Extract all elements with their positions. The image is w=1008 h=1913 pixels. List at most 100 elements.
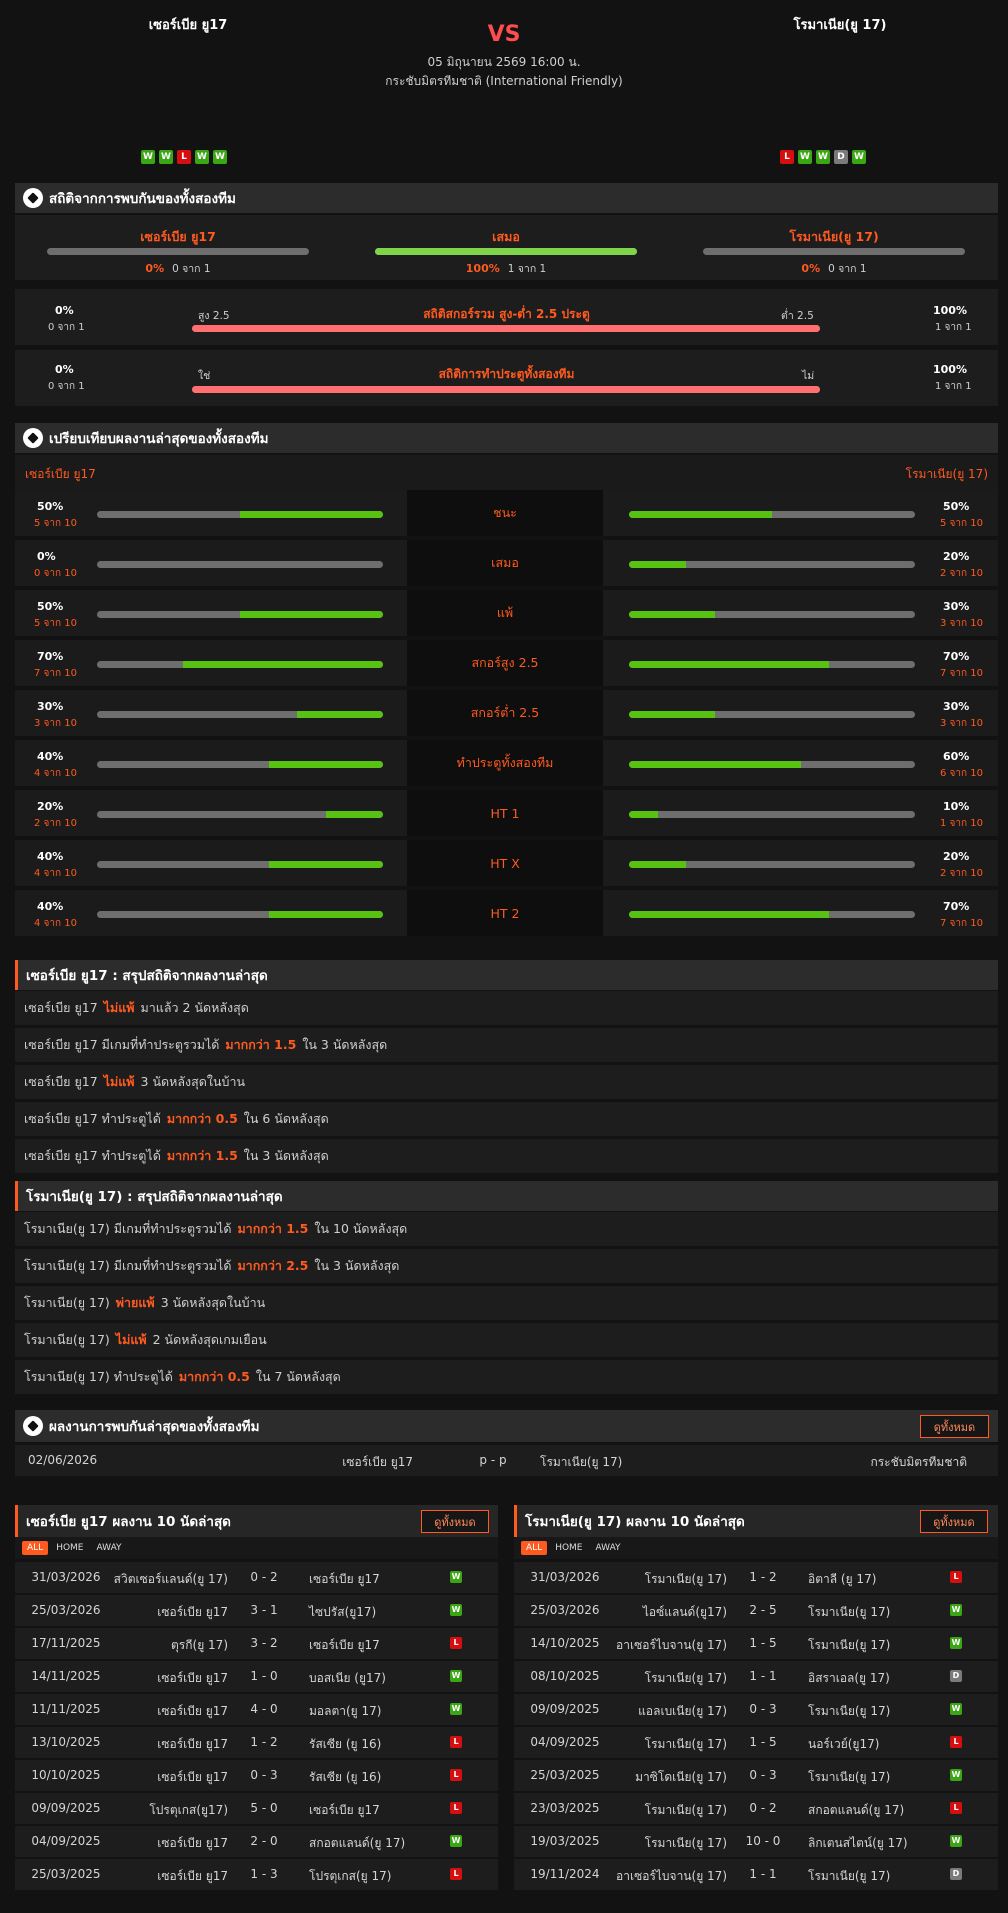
tab-home[interactable]: HOME: [51, 1541, 88, 1555]
match-away: โรมาเนีย(ยู 17): [540, 1455, 623, 1469]
last10-match-row[interactable]: 09/09/2025 แอลเบเนีย(ยู 17) 0 - 3 โรมาเนีย(…: [514, 1694, 998, 1725]
last10-match-row[interactable]: 25/03/2025 มาซิโดเนีย(ยู 17) 0 - 3 โรมาเนีย…: [514, 1760, 998, 1791]
h2h-result-bar: [703, 248, 965, 255]
last10-match-row[interactable]: 19/11/2024 อาเซอร์ไบจาน(ยู 17) 1 - 1 โรมาเน…: [514, 1859, 998, 1890]
summary-highlight: มากกว่า 1.5: [166, 1148, 238, 1163]
away-last10-view-all-button[interactable]: ดูทั้งหมด: [920, 1510, 988, 1533]
over-frac: 0 จาก 1: [48, 322, 85, 333]
last10-match-row[interactable]: 14/10/2025 อาเซอร์ไบจาน(ยู 17) 1 - 5 โรมาเน…: [514, 1628, 998, 1659]
compare-away-pct: 30%: [943, 600, 970, 613]
compare-away-bar-fill: [629, 861, 687, 868]
compare-label: สกอร์สูง 2.5: [407, 640, 603, 686]
compare-away-bar: [629, 511, 915, 518]
match-competition: กระชับมิตรทีมชาติ (International Friendl…: [385, 74, 623, 88]
last10-match-row[interactable]: 04/09/2025 โรมาเนีย(ยู 17) 1 - 5 นอร์เวย์(ย…: [514, 1727, 998, 1758]
summary-text: โรมาเนีย(ยู 17): [24, 1332, 110, 1347]
result-badge: W: [950, 1604, 962, 1616]
match-date: 14/10/2025: [530, 1636, 600, 1650]
last10-match-row[interactable]: 17/11/2025 ตุรกี(ยู 17) 3 - 2 เซอร์เบีย ยู1…: [15, 1628, 498, 1659]
result-badge: W: [950, 1769, 962, 1781]
last10-match-row[interactable]: 09/09/2025 โปรตุเกส(ยู17) 5 - 0 เซอร์เบีย ย…: [15, 1793, 498, 1824]
h2h-result-pct: 100%: [465, 262, 500, 275]
result-badge: W: [450, 1703, 462, 1715]
summary-text: โรมาเนีย(ยู 17) มีเกมที่ทำประตูรวมได้: [24, 1221, 232, 1236]
last10-match-row[interactable]: 11/11/2025 เซอร์เบีย ยู17 4 - 0 มอลตา(ยู 17…: [15, 1694, 498, 1725]
soccer-ball-icon: [23, 188, 43, 208]
compare-home-pct: 40%: [37, 850, 64, 863]
compare-away-bar-fill: [629, 561, 687, 568]
last10-match-row[interactable]: 14/11/2025 เซอร์เบีย ยู17 1 - 0 บอสเนีย (ยู…: [15, 1661, 498, 1692]
btts-no-label: ไม่: [802, 370, 815, 382]
home-team-name[interactable]: เซอร์เบีย ยู17: [118, 14, 258, 35]
summary-text: โรมาเนีย(ยู 17): [24, 1295, 110, 1310]
match-score: 2 - 0: [250, 1834, 278, 1848]
summary-text: เซอร์เบีย ยู17 มีเกมที่ทำประตูรวมได้: [24, 1037, 220, 1052]
compare-away-bar-fill: [629, 611, 715, 618]
tab-home[interactable]: HOME: [550, 1541, 587, 1555]
last10-match-row[interactable]: 04/09/2025 เซอร์เบีย ยู17 2 - 0 สกอตแลนด์(ย…: [15, 1826, 498, 1857]
match-away: โรมาเนีย(ยู 17): [808, 1605, 891, 1619]
last10-match-row[interactable]: 08/10/2025 โรมาเนีย(ยู 17) 1 - 1 อิสราเอล(ย…: [514, 1661, 998, 1692]
h2h-matches-title: ผลงานการพบกันล่าสุดของทั้งสองทีม: [15, 1410, 998, 1442]
last10-match-row[interactable]: 31/03/2026 สวิตเซอร์แลนด์(ยู 17) 0 - 2 เซอร…: [15, 1562, 498, 1593]
last10-match-row[interactable]: 25/03/2025 เซอร์เบีย ยู17 1 - 3 โปรตุเกส(ยู…: [15, 1859, 498, 1890]
match-home: อาเซอร์ไบจาน(ยู 17): [616, 1869, 727, 1883]
compare-away-bar: [629, 911, 915, 918]
match-away: โปรตุเกส(ยู 17): [309, 1869, 392, 1883]
summary-text: ใน 6 นัดหลังสุด: [243, 1111, 329, 1126]
compare-home-bar: [97, 761, 383, 768]
match-away: โรมาเนีย(ยู 17): [808, 1638, 891, 1652]
home-form-guide: WWLWW: [141, 150, 227, 164]
compare-row: 50% 5 จาก 10 ชนะ 50% 5 จาก 10: [15, 490, 998, 538]
last10-match-row[interactable]: 25/03/2026 เซอร์เบีย ยู17 3 - 1 ไซปรัส(ยู17…: [15, 1595, 498, 1626]
summary-text: โรมาเนีย(ยู 17) ทำประตูได้: [24, 1369, 173, 1384]
compare-away-bar-fill: [629, 711, 715, 718]
compare-home-frac: 7 จาก 10: [34, 668, 77, 679]
form-badge: W: [213, 150, 227, 164]
match-home: โปรตุเกส(ยู17): [149, 1803, 228, 1817]
summary-row: โรมาเนีย(ยู 17) มีเกมที่ทำประตูรวมได้ มาก…: [15, 1212, 998, 1246]
compare-home-bar: [97, 711, 383, 718]
tab-away[interactable]: AWAY: [591, 1541, 626, 1555]
match-score: 1 - 3: [250, 1867, 278, 1881]
last10-match-row[interactable]: 10/10/2025 เซอร์เบีย ยู17 0 - 3 รัสเซีย (ยู…: [15, 1760, 498, 1791]
result-badge: L: [450, 1637, 462, 1649]
summary-text: ใน 10 นัดหลังสุด: [314, 1221, 408, 1236]
summary-row: เซอร์เบีย ยู17 ไม่แพ้ 3 นัดหลังสุดในบ้าน: [15, 1065, 998, 1099]
compare-label: HT 1: [407, 790, 603, 836]
tab-away[interactable]: AWAY: [92, 1541, 127, 1555]
match-away: โรมาเนีย(ยู 17): [808, 1869, 891, 1883]
h2h-view-all-button[interactable]: ดูทั้งหมด: [920, 1415, 989, 1438]
form-badge: L: [177, 150, 191, 164]
compare-home-bar: [97, 861, 383, 868]
summary-highlight: มากกว่า 0.5: [178, 1369, 250, 1384]
tab-all[interactable]: ALL: [22, 1541, 49, 1555]
compare-home-bar-fill: [240, 511, 383, 518]
match-away: นอร์เวย์(ยู17): [808, 1737, 880, 1751]
last10-match-row[interactable]: 23/03/2025 โรมาเนีย(ยู 17) 0 - 2 สกอตแลนด์(…: [514, 1793, 998, 1824]
last10-match-row[interactable]: 31/03/2026 โรมาเนีย(ยู 17) 1 - 2 อิตาลี (ยู…: [514, 1562, 998, 1593]
away-team-name[interactable]: โรมาเนีย(ยู 17): [760, 14, 920, 35]
match-home: เซอร์เบีย ยู17: [157, 1770, 228, 1784]
btts-title: สถิติการทำประตูทั้งสองทีม: [438, 367, 575, 381]
last10-match-row[interactable]: 19/03/2025 โรมาเนีย(ยู 17) 10 - 0 ลิกเตนสไต…: [514, 1826, 998, 1857]
home-last10-view-all-button[interactable]: ดูทั้งหมด: [421, 1510, 489, 1533]
tab-all[interactable]: ALL: [521, 1541, 548, 1555]
match-away: โรมาเนีย(ยู 17): [808, 1770, 891, 1784]
compare-away-bar: [629, 711, 915, 718]
btts-no-frac: 1 จาก 1: [935, 381, 972, 392]
match-away: โรมาเนีย(ยู 17): [808, 1704, 891, 1718]
summary-row: เซอร์เบีย ยู17 มีเกมที่ทำประตูรวมได้ มากก…: [15, 1028, 998, 1062]
compare-away-bar: [629, 861, 915, 868]
last10-match-row[interactable]: 13/10/2025 เซอร์เบีย ยู17 1 - 2 รัสเซีย (ยู…: [15, 1727, 498, 1758]
summary-highlight: มากกว่า 2.5: [237, 1258, 309, 1273]
compare-away-bar-fill: [629, 911, 830, 918]
summary-row: โรมาเนีย(ยู 17) ทำประตูได้ มากกว่า 0.5 ใน …: [15, 1360, 998, 1394]
summary-highlight: ไม่แพ้: [103, 1074, 135, 1089]
match-home: อาเซอร์ไบจาน(ยู 17): [616, 1638, 727, 1652]
match-away: อิสราเอล(ยู 17): [808, 1671, 890, 1685]
h2h-match-row[interactable]: 02/06/2026 เซอร์เบีย ยู17 p - p โรมาเนีย(ยู…: [15, 1445, 998, 1476]
last10-match-row[interactable]: 25/03/2026 ไอซ์แลนด์(ยู17) 2 - 5 โรมาเนีย(ย…: [514, 1595, 998, 1626]
compare-home-frac: 4 จาก 10: [34, 868, 77, 879]
match-home: เซอร์เบีย ยู17: [157, 1704, 228, 1718]
